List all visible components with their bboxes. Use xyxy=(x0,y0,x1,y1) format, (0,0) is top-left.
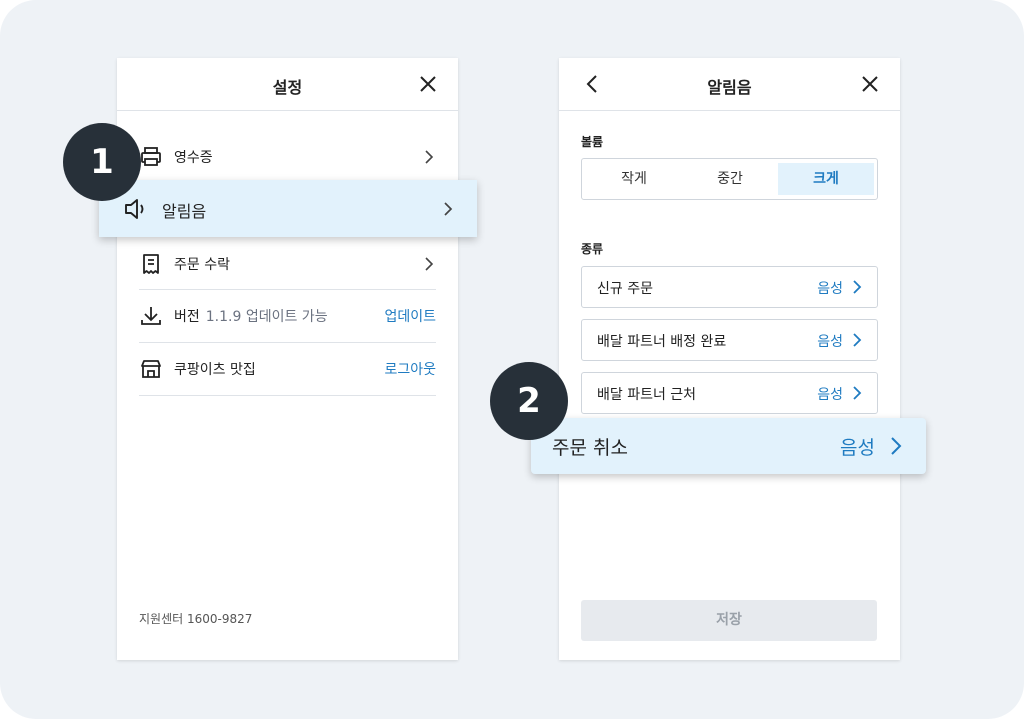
page-title: 설정 xyxy=(272,78,303,97)
sound-settings-item-highlight[interactable]: 알림음 xyxy=(99,180,477,237)
highlight-label: 알림음 xyxy=(162,202,207,221)
step-badge-2: 2 xyxy=(490,362,568,440)
volume-title: 볼륨 xyxy=(581,135,604,149)
chevron-right-icon xyxy=(444,202,453,216)
chevron-right-icon xyxy=(853,333,862,347)
settings-item-label: 주문 수락 xyxy=(174,257,230,273)
support-contact: 지원센터 1600-9827 xyxy=(139,612,253,626)
chevron-right-icon xyxy=(853,386,862,400)
version-status: 1.1.9 업데이트 가능 xyxy=(205,309,328,325)
sound-row-partner-nearby[interactable]: 배달 파트너 근처 음성 xyxy=(581,372,878,414)
sound-row-value: 음성 xyxy=(817,387,843,403)
divider xyxy=(139,395,436,396)
sound-row-order-cancel-highlight[interactable]: 주문 취소 음성 xyxy=(531,418,926,474)
settings-item-version: 버전 1.1.9 업데이트 가능 업데이트 xyxy=(139,290,436,342)
settings-item-order-accept[interactable]: 주문 수락 xyxy=(139,238,436,290)
settings-item-label: 쿠팡이츠 맛집 xyxy=(174,362,256,378)
save-button[interactable]: 저장 xyxy=(581,600,877,641)
chevron-right-icon xyxy=(425,257,434,271)
update-link[interactable]: 업데이트 xyxy=(384,306,436,326)
logout-link[interactable]: 로그아웃 xyxy=(384,359,436,379)
settings-item-label: 버전 xyxy=(174,309,200,325)
highlight-label: 주문 취소 xyxy=(552,437,628,459)
sound-row-value: 음성 xyxy=(817,281,843,297)
volume-option-small[interactable]: 작게 xyxy=(586,163,682,195)
volume-segmented-control: 작게 중간 크게 xyxy=(581,158,878,200)
close-icon[interactable] xyxy=(858,72,882,96)
sound-row-new-order[interactable]: 신규 주문 음성 xyxy=(581,266,878,308)
sound-row-label: 배달 파트너 근처 xyxy=(597,387,697,403)
speaker-icon xyxy=(125,199,144,219)
settings-panel: 설정 영수증 주문 수락 버전 1.1.9 업데이트 가능 업데이트 쿠팡이츠 맛… xyxy=(117,58,458,660)
page-title: 알림음 xyxy=(707,78,752,97)
receipt-icon xyxy=(143,254,159,274)
sound-header: 알림음 xyxy=(559,58,900,111)
highlight-value: 음성 xyxy=(840,437,875,459)
printer-icon xyxy=(141,147,161,166)
settings-header: 설정 xyxy=(117,58,458,111)
download-icon xyxy=(141,307,161,325)
settings-item-receipt[interactable]: 영수증 xyxy=(139,131,436,183)
settings-item-label: 영수증 xyxy=(174,150,213,166)
version-label-wrap: 버전 1.1.9 업데이트 가능 xyxy=(174,306,328,326)
settings-item-store: 쿠팡이츠 맛집 로그아웃 xyxy=(139,343,436,395)
volume-option-medium[interactable]: 중간 xyxy=(682,163,778,195)
chevron-right-icon xyxy=(425,150,434,164)
step-badge-1: 1 xyxy=(63,123,141,201)
sound-row-partner-assigned[interactable]: 배달 파트너 배정 완료 음성 xyxy=(581,319,878,361)
store-icon xyxy=(141,360,161,378)
sound-row-label: 배달 파트너 배정 완료 xyxy=(597,334,727,350)
chevron-right-icon xyxy=(891,437,902,455)
chevron-right-icon xyxy=(853,280,862,294)
sound-row-label: 신규 주문 xyxy=(597,281,653,297)
type-title: 종류 xyxy=(581,242,604,256)
sound-row-value: 음성 xyxy=(817,334,843,350)
close-icon[interactable] xyxy=(416,72,440,96)
sound-panel: 알림음 볼륨 작게 중간 크게 종류 신규 주문 음성 배달 파트너 배정 완료… xyxy=(559,58,900,660)
volume-option-large[interactable]: 크게 xyxy=(778,163,874,195)
